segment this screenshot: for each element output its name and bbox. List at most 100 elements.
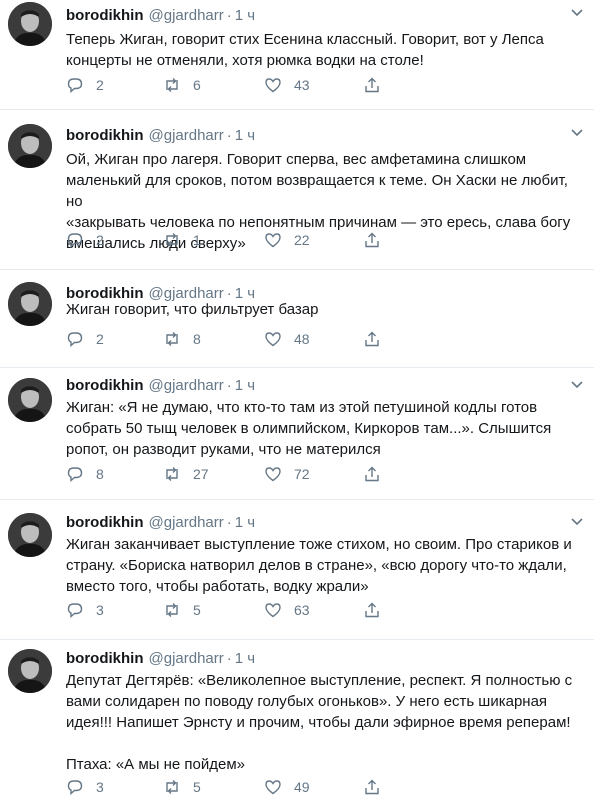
- reply-button[interactable]: 3: [66, 777, 104, 797]
- retweet-count: 5: [193, 779, 201, 795]
- user-handle[interactable]: @gjardharr: [149, 514, 224, 531]
- share-button[interactable]: [363, 75, 381, 95]
- like-icon: [265, 467, 281, 482]
- like-count: 22: [294, 232, 310, 248]
- retweet-icon: [166, 780, 178, 794]
- reply-icon: [67, 467, 83, 483]
- tweet-header: borodikhin @gjardharr · 1 ч: [66, 376, 564, 396]
- share-icon: [365, 77, 379, 93]
- like-count: 48: [294, 331, 310, 347]
- separator-dot: ·: [226, 377, 232, 394]
- share-icon: [365, 779, 379, 795]
- share-icon: [365, 331, 379, 347]
- reply-count: 8: [96, 466, 104, 482]
- tweet[interactable]: borodikhin @gjardharr · 1 ч Жиган говорит, …: [0, 276, 594, 368]
- retweet-button[interactable]: 6: [163, 75, 201, 95]
- user-name[interactable]: borodikhin: [66, 514, 144, 531]
- avatar[interactable]: [8, 124, 52, 168]
- avatar[interactable]: [8, 282, 52, 326]
- timestamp[interactable]: 1 ч: [235, 127, 255, 144]
- user-handle[interactable]: @gjardharr: [149, 127, 224, 144]
- user-handle[interactable]: @gjardharr: [149, 377, 224, 394]
- retweet-icon: [166, 78, 178, 92]
- tweet[interactable]: borodikhin @gjardharr · 1 ч Жиган заканчива…: [0, 505, 594, 640]
- chevron-down-icon[interactable]: [570, 6, 584, 20]
- tweet-text: Теперь Жиган, говорит стих Есенина класс…: [66, 31, 544, 69]
- retweet-button[interactable]: 27: [163, 464, 209, 484]
- reply-count: 3: [96, 779, 104, 795]
- share-icon: [365, 602, 379, 618]
- share-button[interactable]: [363, 600, 381, 620]
- tweet-header: borodikhin @gjardharr · 1 ч: [66, 126, 564, 146]
- like-icon: [265, 332, 281, 347]
- user-name[interactable]: borodikhin: [66, 377, 144, 394]
- like-button[interactable]: 49: [264, 777, 310, 797]
- reply-count: 2: [96, 331, 104, 347]
- reply-button[interactable]: 8: [66, 464, 104, 484]
- retweet-count: 27: [193, 466, 209, 482]
- timestamp[interactable]: 1 ч: [235, 377, 255, 394]
- avatar[interactable]: [8, 378, 52, 422]
- tweet[interactable]: borodikhin @gjardharr · 1 ч Ой, Жиган про л…: [0, 120, 594, 270]
- user-handle[interactable]: @gjardharr: [149, 7, 224, 24]
- chevron-down-icon[interactable]: [570, 126, 584, 140]
- share-button[interactable]: [363, 329, 381, 349]
- chevron-down-icon[interactable]: [570, 515, 584, 529]
- reply-button[interactable]: 2: [66, 75, 104, 95]
- retweet-count: 8: [193, 331, 201, 347]
- timestamp[interactable]: 1 ч: [235, 7, 255, 24]
- like-button[interactable]: 48: [264, 329, 310, 349]
- reply-icon: [67, 78, 83, 94]
- like-count: 49: [294, 779, 310, 795]
- retweet-button[interactable]: 8: [163, 329, 201, 349]
- retweet-button[interactable]: 5: [163, 600, 201, 620]
- separator-dot: ·: [226, 514, 232, 531]
- user-name[interactable]: borodikhin: [66, 127, 144, 144]
- tweet-text: Жиган: «Я не думаю, что кто-то там из эт…: [66, 399, 552, 458]
- share-button[interactable]: [363, 464, 381, 484]
- tweet-header: borodikhin @gjardharr · 1 ч: [66, 513, 564, 533]
- share-button[interactable]: [363, 777, 381, 797]
- tweet-text: Жиган говорит, что фильтрует базар: [66, 301, 319, 318]
- timestamp[interactable]: 1 ч: [235, 650, 255, 667]
- retweet-count: 6: [193, 77, 201, 93]
- retweet-icon: [166, 603, 178, 617]
- tweet-text: Ой, Жиган про лагеря. Говорит сперва, ве…: [66, 151, 571, 252]
- share-icon: [365, 232, 379, 248]
- retweet-icon: [166, 332, 178, 346]
- separator-dot: ·: [226, 7, 232, 24]
- like-button[interactable]: 72: [264, 464, 310, 484]
- retweet-icon: [166, 467, 178, 481]
- retweet-button[interactable]: 5: [163, 777, 201, 797]
- avatar[interactable]: [8, 513, 52, 557]
- avatar[interactable]: [8, 649, 52, 693]
- tweet-feed: borodikhin @gjardharr · 1 ч Теперь Жиган, г…: [0, 0, 594, 806]
- like-button[interactable]: 43: [264, 75, 310, 95]
- user-name[interactable]: borodikhin: [66, 650, 144, 667]
- timestamp[interactable]: 1 ч: [235, 514, 255, 531]
- user-handle[interactable]: @gjardharr: [149, 650, 224, 667]
- tweet[interactable]: borodikhin @gjardharr · 1 ч Теперь Жиган, г…: [0, 0, 594, 110]
- like-icon: [265, 603, 281, 618]
- tweet[interactable]: borodikhin @gjardharr · 1 ч Жиган: «Я не ду…: [0, 368, 594, 500]
- like-button[interactable]: 22: [264, 230, 310, 250]
- tweet-header: borodikhin @gjardharr · 1 ч: [66, 6, 564, 26]
- tweet-text: Депутат Дегтярёв: «Великолепное выступле…: [66, 672, 573, 773]
- user-name[interactable]: borodikhin: [66, 7, 144, 24]
- tweet-text: Жиган заканчивает выступление тоже стихо…: [66, 536, 572, 595]
- reply-button[interactable]: 2: [66, 230, 104, 250]
- like-icon: [265, 233, 281, 248]
- avatar[interactable]: [8, 2, 52, 46]
- like-button[interactable]: 63: [264, 600, 310, 620]
- retweet-button[interactable]: 1: [163, 230, 201, 250]
- reply-button[interactable]: 3: [66, 600, 104, 620]
- reply-button[interactable]: 2: [66, 329, 104, 349]
- chevron-down-icon[interactable]: [570, 378, 584, 392]
- reply-icon: [67, 233, 83, 249]
- tweet[interactable]: borodikhin @gjardharr · 1 ч Депутат Дегтярё…: [0, 641, 594, 806]
- like-count: 43: [294, 77, 310, 93]
- separator-dot: ·: [226, 650, 232, 667]
- share-button[interactable]: [363, 230, 381, 250]
- retweet-icon: [166, 233, 178, 247]
- retweet-count: 5: [193, 602, 201, 618]
